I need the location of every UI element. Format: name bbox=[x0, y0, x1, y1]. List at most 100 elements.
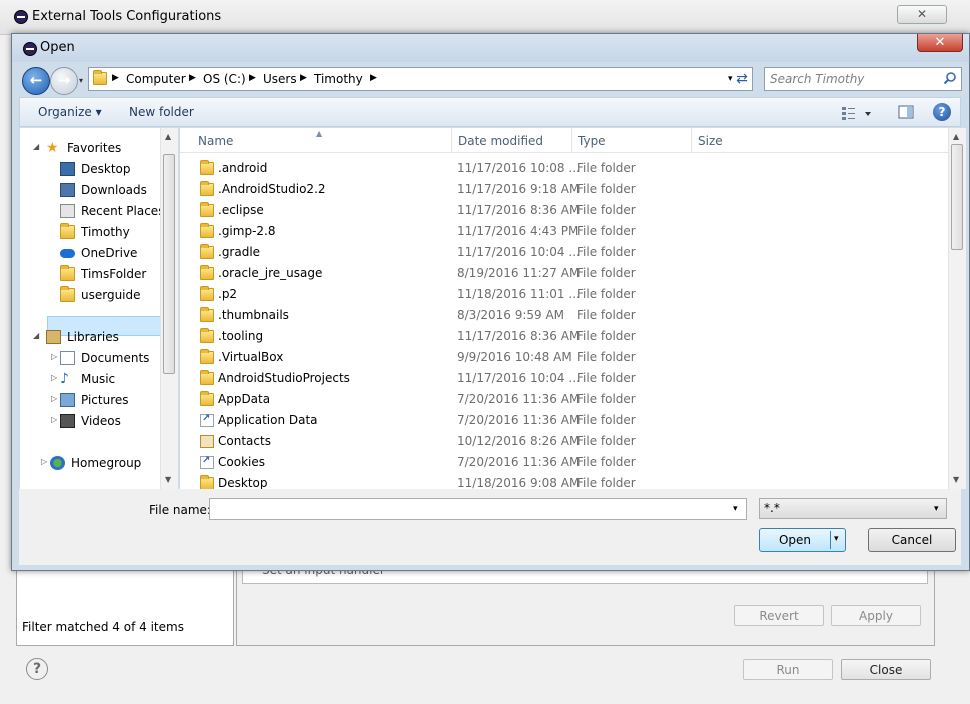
expand-arrow-icon[interactable]: ▷ bbox=[41, 457, 47, 466]
file-name: AppData bbox=[218, 392, 271, 406]
back-button[interactable]: ← bbox=[22, 67, 50, 95]
expand-arrow-icon[interactable]: ▷ bbox=[51, 352, 57, 361]
column-header-row: Name ▲ Date modified Type Size bbox=[180, 128, 948, 153]
close-button[interactable]: Close bbox=[841, 659, 931, 680]
help-icon[interactable]: ? bbox=[26, 658, 48, 680]
cancel-button[interactable]: Cancel bbox=[868, 528, 956, 552]
file-row[interactable]: .eclipse 11/17/2016 8:36 AM File folder bbox=[180, 200, 948, 221]
file-name-label: File name: bbox=[149, 503, 211, 517]
open-button[interactable]: Open ▾ bbox=[759, 528, 846, 552]
expand-arrow-icon[interactable]: ▷ bbox=[51, 373, 57, 382]
column-type[interactable]: Type bbox=[572, 128, 692, 152]
file-name-input[interactable]: ▾ bbox=[209, 498, 747, 520]
file-type: File folder bbox=[577, 161, 636, 175]
new-folder-button[interactable]: New folder bbox=[129, 105, 194, 119]
preview-pane-icon[interactable] bbox=[898, 104, 914, 120]
expand-arrow-icon[interactable]: ▷ bbox=[51, 394, 57, 403]
nav-pane-scrollbar[interactable]: ▲ ▼ bbox=[160, 128, 178, 489]
file-type: File folder bbox=[577, 308, 636, 322]
search-input[interactable]: Search Timothy bbox=[764, 67, 962, 91]
file-row[interactable]: .AndroidStudio2.2 11/17/2016 9:18 AM File … bbox=[180, 179, 948, 200]
file-type: File folder bbox=[577, 413, 636, 427]
run-button[interactable]: Run bbox=[743, 659, 833, 680]
change-view-icon[interactable] bbox=[841, 105, 871, 121]
file-type-select[interactable]: *.* ▾ bbox=[759, 498, 947, 519]
file-date-modified: 10/12/2016 8:26 AM bbox=[457, 434, 580, 448]
breadcrumb-users[interactable]: Users bbox=[263, 72, 297, 86]
dialog-close-button[interactable]: ✕ bbox=[917, 34, 963, 52]
file-date-modified: 11/17/2016 8:36 AM bbox=[457, 329, 580, 343]
scroll-up-arrow[interactable]: ▲ bbox=[953, 132, 959, 141]
breadcrumb-arrow[interactable]: ▶ bbox=[300, 73, 307, 83]
folder-icon bbox=[200, 349, 214, 364]
breadcrumb-os-c[interactable]: OS (C:) bbox=[203, 72, 246, 86]
apply-button[interactable]: Apply bbox=[831, 605, 921, 626]
scroll-down-arrow[interactable]: ▼ bbox=[165, 475, 171, 484]
libraries-icon bbox=[46, 330, 61, 344]
scrollbar-thumb[interactable] bbox=[951, 144, 963, 250]
help-icon[interactable]: ? bbox=[933, 103, 951, 121]
file-row[interactable]: Contacts 10/12/2016 8:26 AM File folder bbox=[180, 431, 948, 452]
file-row[interactable]: .android 11/17/2016 10:08 ... File folder bbox=[180, 158, 948, 179]
collapse-arrow-icon[interactable]: ◢ bbox=[33, 331, 39, 340]
breadcrumb-computer[interactable]: Computer bbox=[126, 72, 186, 86]
file-row[interactable]: .tooling 11/17/2016 8:36 AM File folder bbox=[180, 326, 948, 347]
filter-status-text: Filter matched 4 of 4 items bbox=[22, 620, 184, 634]
file-row[interactable]: .VirtualBox 9/9/2016 10:48 AM File folder bbox=[180, 347, 948, 368]
file-row[interactable]: .gimp-2.8 11/17/2016 4:43 PM File folder bbox=[180, 221, 948, 242]
open-button-label[interactable]: Open bbox=[760, 529, 830, 551]
file-name: .AndroidStudio2.2 bbox=[218, 182, 326, 196]
file-type: File folder bbox=[577, 224, 636, 238]
breadcrumb-arrow[interactable]: ▶ bbox=[370, 73, 377, 83]
search-placeholder: Search Timothy bbox=[770, 72, 865, 86]
file-row[interactable]: Cookies 7/20/2016 11:36 AMFile folder bbox=[180, 452, 948, 473]
breadcrumb-arrow[interactable]: ▶ bbox=[249, 73, 256, 83]
refresh-icon[interactable]: ⇄ bbox=[732, 68, 752, 90]
file-name: .tooling bbox=[218, 329, 264, 343]
file-type: File folder bbox=[577, 287, 636, 301]
file-row[interactable]: .p2 11/18/2016 11:01 ... File folder bbox=[180, 284, 948, 305]
file-type: File folder bbox=[577, 371, 636, 385]
file-row[interactable]: AppData 7/20/2016 11:36 AM File folder bbox=[180, 389, 948, 410]
file-name: .p2 bbox=[218, 287, 238, 301]
breadcrumb-timothy[interactable]: Timothy bbox=[314, 72, 363, 86]
contacts-icon bbox=[200, 435, 214, 448]
address-bar[interactable]: ▶ Computer ▶ OS (C:) ▶ Users ▶ Timothy ▶… bbox=[88, 67, 753, 91]
dialog-footer: File name: ▾ *.* ▾ Open ▾ Cancel bbox=[19, 489, 961, 565]
history-dropdown-icon[interactable]: ▾ bbox=[79, 76, 83, 85]
search-icon[interactable] bbox=[943, 71, 957, 85]
file-name-dropdown-icon[interactable]: ▾ bbox=[733, 504, 738, 514]
folder-icon bbox=[200, 307, 214, 322]
organize-menu[interactable]: Organize ▾ bbox=[38, 105, 102, 119]
file-name: Contacts bbox=[218, 434, 271, 448]
nav-videos-label: Videos bbox=[81, 414, 121, 428]
file-row[interactable]: .oracle_jre_usage 8/19/2016 11:27 AM File … bbox=[180, 263, 948, 284]
file-row[interactable]: .thumbnails 8/3/2016 9:59 AM File folder bbox=[180, 305, 948, 326]
forward-button[interactable]: → bbox=[50, 67, 78, 95]
open-dropdown-icon[interactable]: ▾ bbox=[834, 534, 839, 544]
file-row[interactable]: Desktop 11/18/2016 9:08 AM File folder bbox=[180, 473, 948, 489]
breadcrumb-arrow[interactable]: ▶ bbox=[112, 73, 119, 83]
breadcrumb-arrow[interactable]: ▶ bbox=[189, 73, 196, 83]
expand-arrow-icon[interactable]: ▷ bbox=[51, 415, 57, 424]
homegroup-icon bbox=[50, 456, 65, 470]
file-type-dropdown-icon[interactable]: ▾ bbox=[934, 504, 939, 514]
revert-button[interactable]: Revert bbox=[734, 605, 824, 626]
desktop-icon bbox=[60, 162, 75, 176]
column-date-modified[interactable]: Date modified bbox=[452, 128, 572, 152]
folder-icon bbox=[200, 160, 214, 175]
file-row[interactable]: AndroidStudioProjects 11/17/2016 10:04 ..… bbox=[180, 368, 948, 389]
column-size[interactable]: Size bbox=[692, 128, 812, 152]
file-name: .android bbox=[218, 161, 268, 175]
scroll-up-arrow[interactable]: ▲ bbox=[165, 132, 171, 141]
pictures-icon bbox=[60, 393, 75, 407]
collapse-arrow-icon[interactable]: ◢ bbox=[33, 142, 39, 151]
scroll-down-arrow[interactable]: ▼ bbox=[953, 475, 959, 484]
scrollbar-thumb[interactable] bbox=[163, 154, 175, 374]
window-close-button[interactable]: ✕ bbox=[897, 5, 947, 24]
file-type: File folder bbox=[577, 350, 636, 364]
file-list-scrollbar[interactable]: ▲ ▼ bbox=[948, 128, 966, 489]
file-row[interactable]: .gradle 11/17/2016 10:04 ... File folder bbox=[180, 242, 948, 263]
file-type-value: *.* bbox=[764, 501, 780, 515]
file-row[interactable]: Application Data 7/20/2016 11:36 AMFile f… bbox=[180, 410, 948, 431]
